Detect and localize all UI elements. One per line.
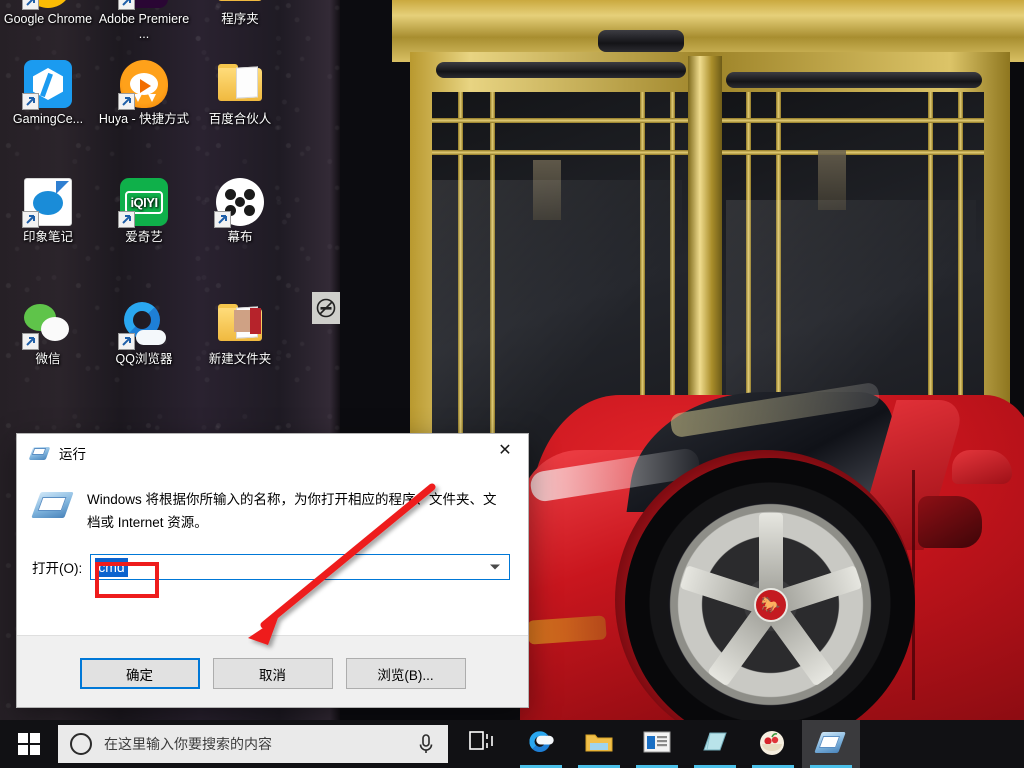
shortcut-arrow-icon bbox=[118, 0, 135, 10]
mubu-icon bbox=[214, 178, 264, 228]
cortana-circle-icon[interactable] bbox=[70, 733, 92, 755]
taskbar-item-photo-app[interactable] bbox=[744, 720, 802, 768]
folder-icon bbox=[216, 0, 264, 8]
task-view-icon bbox=[469, 730, 497, 758]
qq-browser-icon bbox=[527, 730, 555, 758]
taskbar-item-file-explorer[interactable] bbox=[570, 720, 628, 768]
run-icon-large bbox=[31, 490, 74, 524]
desktop-icon-label: Adobe Premiere ... bbox=[98, 12, 190, 41]
shortcut-arrow-icon bbox=[22, 93, 39, 110]
windows-logo-icon bbox=[18, 733, 40, 755]
window-app-icon bbox=[643, 730, 671, 758]
desktop-icon-iqiyi[interactable]: iQIYI 爱奇艺 bbox=[96, 178, 192, 245]
shortcut-arrow-icon bbox=[118, 93, 135, 110]
taskbar-item-notepad-app[interactable] bbox=[686, 720, 744, 768]
cancel-button[interactable]: 取消 bbox=[212, 658, 333, 689]
folder-icon bbox=[216, 60, 264, 108]
desktop[interactable]: 🐎 Google Chrome Pr Adobe Premiere ... bbox=[0, 0, 1024, 768]
desktop-icon-label: 印象笔记 bbox=[22, 230, 73, 244]
notepad-icon bbox=[701, 730, 729, 758]
open-label: 打开(O): bbox=[32, 561, 83, 576]
shortcut-arrow-icon bbox=[22, 333, 39, 350]
start-button[interactable] bbox=[0, 720, 58, 768]
desktop-icon-label: 程序夹 bbox=[221, 12, 259, 26]
microphone-icon[interactable] bbox=[416, 733, 436, 755]
search-placeholder[interactable]: 在这里输入你要搜索的内容 bbox=[104, 734, 404, 754]
desktop-icon-label: GamingCe... bbox=[12, 112, 84, 126]
photo-app-icon bbox=[759, 730, 787, 758]
desktop-icon-label: 微信 bbox=[35, 352, 61, 366]
taskbar-search-box[interactable]: 在这里输入你要搜索的内容 bbox=[58, 725, 448, 763]
dialog-title-bar[interactable]: 运行 ✕ bbox=[17, 434, 528, 472]
desktop-icon-program-folder[interactable]: 程序夹 bbox=[192, 0, 288, 27]
taskbar-item-qq-browser[interactable] bbox=[512, 720, 570, 768]
taskbar-item-window-app[interactable] bbox=[628, 720, 686, 768]
desktop-icon-wechat[interactable]: 微信 bbox=[0, 300, 96, 367]
desktop-icon-label: 爱奇艺 bbox=[125, 230, 163, 244]
chrome-icon bbox=[22, 0, 72, 10]
evernote-icon bbox=[22, 178, 72, 228]
gaming-center-icon bbox=[22, 60, 72, 110]
dialog-body: Windows 将根据你所输入的名称，为你打开相应的程序、文件夹、文档或 Int… bbox=[17, 472, 528, 534]
shortcut-arrow-icon bbox=[118, 211, 135, 228]
browse-button[interactable]: 浏览(B)... bbox=[345, 658, 466, 689]
file-explorer-icon bbox=[585, 730, 613, 758]
desktop-icon-adobe-premiere[interactable]: Pr Adobe Premiere ... bbox=[96, 0, 192, 42]
taskbar-app-list[interactable] bbox=[454, 720, 860, 768]
open-field-row: 打开(O): cmd bbox=[17, 534, 528, 580]
desktop-icon-gaming-center[interactable]: GamingCe... bbox=[0, 60, 96, 127]
desktop-icon-google-chrome[interactable]: Google Chrome bbox=[0, 0, 96, 27]
taskbar-item-task-view[interactable] bbox=[454, 720, 512, 768]
desktop-icon-label: 百度合伙人 bbox=[208, 112, 272, 126]
shortcut-arrow-icon bbox=[22, 0, 39, 10]
desktop-icon-qq-browser[interactable]: QQ浏览器 bbox=[96, 300, 192, 367]
run-dialog[interactable]: 运行 ✕ Windows 将根据你所输入的名称，为你打开相应的程序、文件夹、文档… bbox=[17, 434, 528, 707]
wallpaper-red-sports-car: 🐎 bbox=[520, 300, 1024, 740]
run-icon bbox=[28, 445, 51, 462]
desktop-icon-label: 幕布 bbox=[227, 230, 253, 244]
run-icon bbox=[814, 730, 846, 758]
taskbar[interactable]: 在这里输入你要搜索的内容 bbox=[0, 720, 1024, 768]
wechat-icon bbox=[22, 300, 72, 350]
shortcut-arrow-icon bbox=[118, 333, 135, 350]
desktop-icon-label: Huya - 快捷方式 bbox=[98, 112, 190, 126]
shortcut-arrow-icon bbox=[22, 211, 39, 228]
desktop-icon-baidu-partner[interactable]: 百度合伙人 bbox=[192, 60, 288, 127]
ok-button[interactable]: 确定 bbox=[79, 658, 200, 689]
dialog-footer: 确定 取消 浏览(B)... bbox=[17, 635, 528, 707]
dialog-title: 运行 bbox=[59, 447, 86, 462]
desktop-icon-mubu[interactable]: 幕布 bbox=[192, 178, 288, 245]
open-combobox[interactable]: cmd bbox=[90, 554, 510, 580]
open-input-value[interactable]: cmd bbox=[95, 557, 128, 577]
taskbar-item-run-dialog[interactable] bbox=[802, 720, 860, 768]
desktop-icon-huya[interactable]: Huya - 快捷方式 bbox=[96, 60, 192, 127]
desktop-icon-label: QQ浏览器 bbox=[115, 352, 173, 366]
desktop-icon-new-folder[interactable]: 新建文件夹 bbox=[192, 300, 288, 367]
qq-browser-icon bbox=[118, 300, 168, 350]
desktop-icon-label: 新建文件夹 bbox=[208, 352, 272, 366]
folder-icon bbox=[216, 300, 264, 348]
close-icon[interactable]: ✕ bbox=[482, 434, 528, 466]
shortcut-arrow-icon bbox=[214, 211, 231, 228]
chevron-down-icon[interactable] bbox=[490, 564, 500, 570]
adobe-premiere-icon: Pr bbox=[118, 0, 168, 10]
no-smoking-sign-icon bbox=[312, 292, 340, 324]
dialog-description: Windows 将根据你所输入的名称，为你打开相应的程序、文件夹、文档或 Int… bbox=[87, 492, 497, 530]
desktop-icon-label: Google Chrome bbox=[3, 12, 93, 26]
iqiyi-icon: iQIYI bbox=[118, 178, 168, 228]
huya-icon bbox=[118, 60, 168, 110]
desktop-icon-evernote[interactable]: 印象笔记 bbox=[0, 178, 96, 245]
